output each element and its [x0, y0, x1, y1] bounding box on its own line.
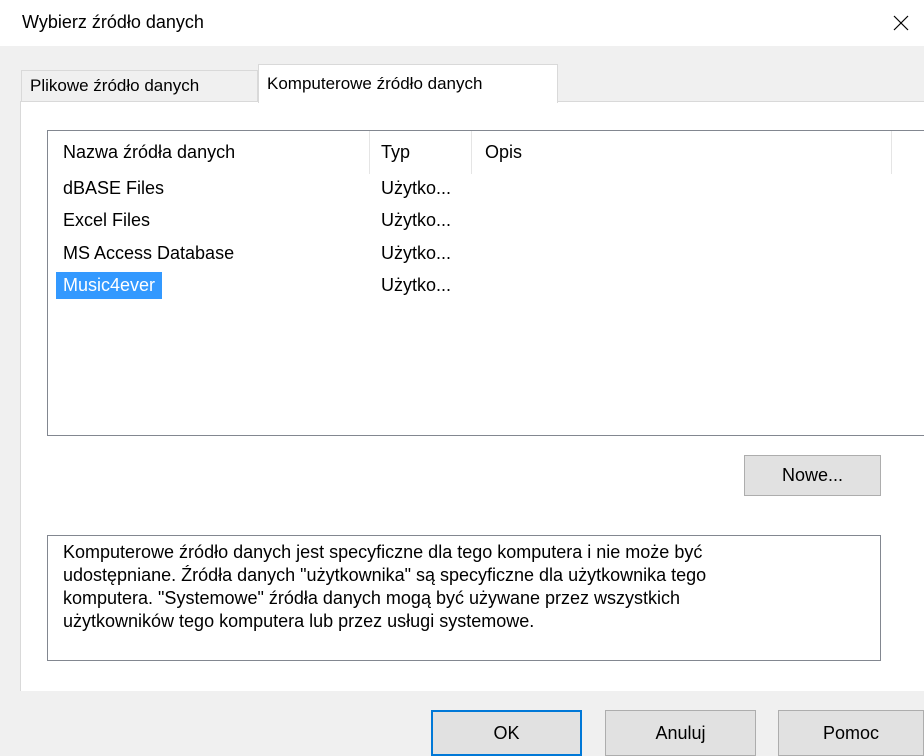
- cancel-button[interactable]: Anuluj: [605, 710, 756, 756]
- help-button[interactable]: Pomoc: [778, 710, 924, 756]
- description-box: Komputerowe źródło danych jest specyficz…: [47, 535, 881, 661]
- close-button[interactable]: [878, 0, 924, 46]
- list-item-name: Music4ever: [56, 272, 163, 299]
- list-item-type: Użytko...: [381, 275, 452, 295]
- list-item-selected[interactable]: Music4ever Użytko...: [48, 272, 648, 304]
- tab-file-dsn[interactable]: Plikowe źródło danych: [21, 70, 258, 102]
- list-item-name: dBASE Files: [63, 178, 165, 198]
- list-item-name: MS Access Database: [63, 243, 235, 263]
- data-source-list[interactable]: Nazwa źródła danych Typ Opis dBASE Files…: [47, 130, 924, 436]
- list-item-type: Użytko...: [381, 243, 452, 263]
- dialog-title: Wybierz źródło danych: [22, 12, 204, 32]
- list-item-name: Excel Files: [63, 210, 151, 230]
- list-item-type: Użytko...: [381, 210, 452, 230]
- list-item[interactable]: dBASE Files Użytko...: [48, 175, 648, 207]
- column-header-name[interactable]: Nazwa źródła danych: [48, 131, 370, 174]
- description-line: udostępniane. Źródła danych "użytkownika…: [63, 565, 707, 585]
- new-button[interactable]: Nowe...: [744, 455, 881, 496]
- description-line: komputera. "Systemowe" źródła danych mog…: [63, 588, 681, 608]
- column-header-type[interactable]: Typ: [370, 131, 472, 174]
- list-item[interactable]: Excel Files Użytko...: [48, 207, 648, 239]
- close-icon: [893, 15, 909, 31]
- ok-button[interactable]: OK: [431, 710, 582, 756]
- description-line: Komputerowe źródło danych jest specyficz…: [63, 542, 703, 562]
- tab-machine-dsn[interactable]: Komputerowe źródło danych: [258, 64, 558, 103]
- description-line: użytkowników tego komputera lub przez us…: [63, 611, 535, 631]
- title-bar: Wybierz źródło danych: [0, 0, 924, 46]
- list-item[interactable]: MS Access Database Użytko...: [48, 240, 648, 272]
- column-header-description[interactable]: Opis: [472, 131, 892, 174]
- list-item-type: Użytko...: [381, 178, 452, 198]
